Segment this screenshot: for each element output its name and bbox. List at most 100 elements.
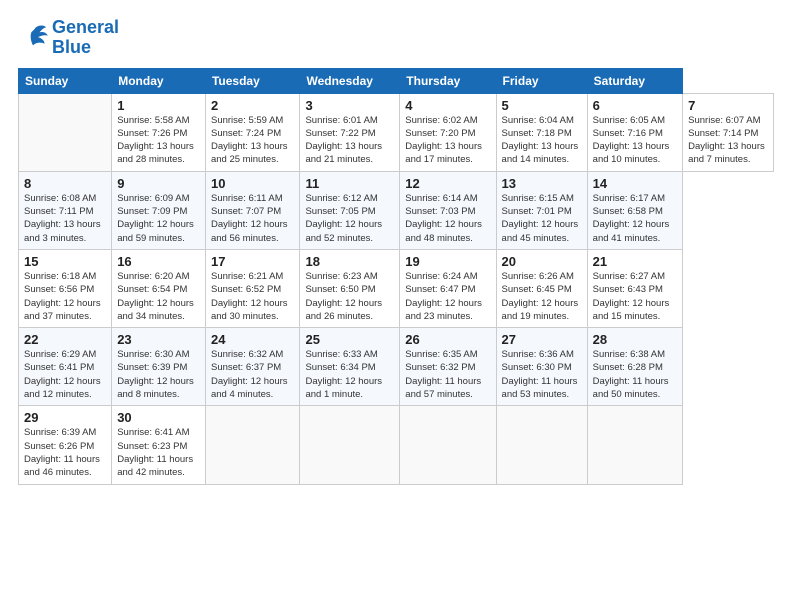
day-number: 23 [117, 332, 200, 347]
col-saturday: Saturday [587, 68, 683, 93]
day-number: 28 [593, 332, 678, 347]
table-row: 25Sunrise: 6:33 AM Sunset: 6:34 PM Dayli… [300, 328, 400, 406]
day-info: Sunrise: 6:08 AM Sunset: 7:11 PM Dayligh… [24, 192, 106, 245]
day-info: Sunrise: 6:07 AM Sunset: 7:14 PM Dayligh… [688, 114, 768, 167]
col-monday: Monday [112, 68, 206, 93]
day-info: Sunrise: 6:23 AM Sunset: 6:50 PM Dayligh… [305, 270, 394, 323]
table-row [496, 406, 587, 484]
table-row: 8Sunrise: 6:08 AM Sunset: 7:11 PM Daylig… [19, 171, 112, 249]
table-row [300, 406, 400, 484]
table-row: 5Sunrise: 6:04 AM Sunset: 7:18 PM Daylig… [496, 93, 587, 171]
day-number: 6 [593, 98, 678, 113]
day-number: 10 [211, 176, 294, 191]
table-row: 15Sunrise: 6:18 AM Sunset: 6:56 PM Dayli… [19, 249, 112, 327]
table-row: 28Sunrise: 6:38 AM Sunset: 6:28 PM Dayli… [587, 328, 683, 406]
day-info: Sunrise: 6:11 AM Sunset: 7:07 PM Dayligh… [211, 192, 294, 245]
day-info: Sunrise: 5:58 AM Sunset: 7:26 PM Dayligh… [117, 114, 200, 167]
day-number: 4 [405, 98, 490, 113]
table-row: 29Sunrise: 6:39 AM Sunset: 6:26 PM Dayli… [19, 406, 112, 484]
day-number: 12 [405, 176, 490, 191]
day-info: Sunrise: 6:33 AM Sunset: 6:34 PM Dayligh… [305, 348, 394, 401]
day-number: 15 [24, 254, 106, 269]
day-number: 9 [117, 176, 200, 191]
day-info: Sunrise: 6:35 AM Sunset: 6:32 PM Dayligh… [405, 348, 490, 401]
table-row [587, 406, 683, 484]
table-row: 30Sunrise: 6:41 AM Sunset: 6:23 PM Dayli… [112, 406, 206, 484]
day-number: 17 [211, 254, 294, 269]
table-row: 11Sunrise: 6:12 AM Sunset: 7:05 PM Dayli… [300, 171, 400, 249]
table-row: 2Sunrise: 5:59 AM Sunset: 7:24 PM Daylig… [205, 93, 299, 171]
day-number: 13 [502, 176, 582, 191]
table-row: 18Sunrise: 6:23 AM Sunset: 6:50 PM Dayli… [300, 249, 400, 327]
col-tuesday: Tuesday [205, 68, 299, 93]
table-row: 4Sunrise: 6:02 AM Sunset: 7:20 PM Daylig… [400, 93, 496, 171]
day-info: Sunrise: 6:14 AM Sunset: 7:03 PM Dayligh… [405, 192, 490, 245]
day-number: 8 [24, 176, 106, 191]
day-info: Sunrise: 6:27 AM Sunset: 6:43 PM Dayligh… [593, 270, 678, 323]
col-sunday: Sunday [19, 68, 112, 93]
day-info: Sunrise: 6:09 AM Sunset: 7:09 PM Dayligh… [117, 192, 200, 245]
table-row: 10Sunrise: 6:11 AM Sunset: 7:07 PM Dayli… [205, 171, 299, 249]
col-thursday: Thursday [400, 68, 496, 93]
day-info: Sunrise: 6:02 AM Sunset: 7:20 PM Dayligh… [405, 114, 490, 167]
table-row: 19Sunrise: 6:24 AM Sunset: 6:47 PM Dayli… [400, 249, 496, 327]
table-row: 6Sunrise: 6:05 AM Sunset: 7:16 PM Daylig… [587, 93, 683, 171]
table-row [400, 406, 496, 484]
day-number: 3 [305, 98, 394, 113]
day-info: Sunrise: 6:36 AM Sunset: 6:30 PM Dayligh… [502, 348, 582, 401]
col-friday: Friday [496, 68, 587, 93]
day-info: Sunrise: 6:26 AM Sunset: 6:45 PM Dayligh… [502, 270, 582, 323]
day-info: Sunrise: 6:20 AM Sunset: 6:54 PM Dayligh… [117, 270, 200, 323]
day-info: Sunrise: 6:01 AM Sunset: 7:22 PM Dayligh… [305, 114, 394, 167]
day-number: 18 [305, 254, 394, 269]
day-info: Sunrise: 6:21 AM Sunset: 6:52 PM Dayligh… [211, 270, 294, 323]
table-row: 21Sunrise: 6:27 AM Sunset: 6:43 PM Dayli… [587, 249, 683, 327]
day-number: 1 [117, 98, 200, 113]
table-row: 16Sunrise: 6:20 AM Sunset: 6:54 PM Dayli… [112, 249, 206, 327]
day-number: 21 [593, 254, 678, 269]
table-row: 13Sunrise: 6:15 AM Sunset: 7:01 PM Dayli… [496, 171, 587, 249]
table-row: 12Sunrise: 6:14 AM Sunset: 7:03 PM Dayli… [400, 171, 496, 249]
day-info: Sunrise: 6:04 AM Sunset: 7:18 PM Dayligh… [502, 114, 582, 167]
day-info: Sunrise: 6:38 AM Sunset: 6:28 PM Dayligh… [593, 348, 678, 401]
table-row: 27Sunrise: 6:36 AM Sunset: 6:30 PM Dayli… [496, 328, 587, 406]
day-info: Sunrise: 6:24 AM Sunset: 6:47 PM Dayligh… [405, 270, 490, 323]
table-row [19, 93, 112, 171]
table-row [205, 406, 299, 484]
day-info: Sunrise: 6:15 AM Sunset: 7:01 PM Dayligh… [502, 192, 582, 245]
day-number: 7 [688, 98, 768, 113]
day-number: 16 [117, 254, 200, 269]
page-header: General Blue [18, 18, 774, 58]
day-info: Sunrise: 6:39 AM Sunset: 6:26 PM Dayligh… [24, 426, 106, 479]
day-info: Sunrise: 6:17 AM Sunset: 6:58 PM Dayligh… [593, 192, 678, 245]
table-row: 20Sunrise: 6:26 AM Sunset: 6:45 PM Dayli… [496, 249, 587, 327]
day-number: 26 [405, 332, 490, 347]
day-number: 29 [24, 410, 106, 425]
table-row: 24Sunrise: 6:32 AM Sunset: 6:37 PM Dayli… [205, 328, 299, 406]
day-info: Sunrise: 6:18 AM Sunset: 6:56 PM Dayligh… [24, 270, 106, 323]
logo-bird-icon [18, 24, 48, 52]
table-row: 9Sunrise: 6:09 AM Sunset: 7:09 PM Daylig… [112, 171, 206, 249]
table-row: 7Sunrise: 6:07 AM Sunset: 7:14 PM Daylig… [683, 93, 774, 171]
day-info: Sunrise: 6:30 AM Sunset: 6:39 PM Dayligh… [117, 348, 200, 401]
table-row: 17Sunrise: 6:21 AM Sunset: 6:52 PM Dayli… [205, 249, 299, 327]
table-row: 14Sunrise: 6:17 AM Sunset: 6:58 PM Dayli… [587, 171, 683, 249]
calendar-table: Sunday Monday Tuesday Wednesday Thursday… [18, 68, 774, 485]
table-row: 26Sunrise: 6:35 AM Sunset: 6:32 PM Dayli… [400, 328, 496, 406]
day-number: 20 [502, 254, 582, 269]
day-number: 2 [211, 98, 294, 113]
day-info: Sunrise: 6:05 AM Sunset: 7:16 PM Dayligh… [593, 114, 678, 167]
day-number: 5 [502, 98, 582, 113]
table-row: 23Sunrise: 6:30 AM Sunset: 6:39 PM Dayli… [112, 328, 206, 406]
day-number: 14 [593, 176, 678, 191]
day-info: Sunrise: 5:59 AM Sunset: 7:24 PM Dayligh… [211, 114, 294, 167]
day-info: Sunrise: 6:12 AM Sunset: 7:05 PM Dayligh… [305, 192, 394, 245]
logo-text: General Blue [52, 18, 119, 58]
day-number: 25 [305, 332, 394, 347]
day-number: 27 [502, 332, 582, 347]
day-info: Sunrise: 6:32 AM Sunset: 6:37 PM Dayligh… [211, 348, 294, 401]
day-number: 22 [24, 332, 106, 347]
col-wednesday: Wednesday [300, 68, 400, 93]
logo: General Blue [18, 18, 119, 58]
table-row: 1Sunrise: 5:58 AM Sunset: 7:26 PM Daylig… [112, 93, 206, 171]
